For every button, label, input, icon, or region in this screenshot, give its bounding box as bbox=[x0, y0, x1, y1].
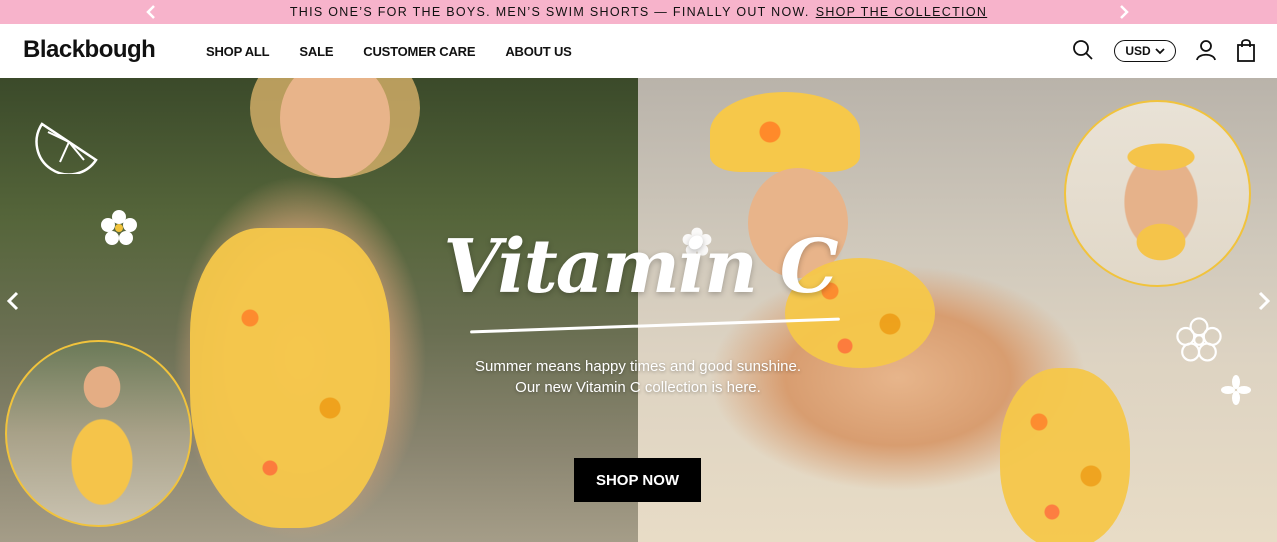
announcement-text: THIS ONE’S FOR THE BOYS. MEN’S SWIM SHOR… bbox=[289, 5, 810, 19]
hero-title: Vitamin C bbox=[443, 224, 838, 310]
user-icon[interactable] bbox=[1193, 37, 1219, 63]
orange-slice-icon bbox=[34, 114, 104, 174]
nav-sale[interactable]: SALE bbox=[299, 44, 333, 59]
site-logo[interactable]: Blackbough bbox=[23, 36, 156, 64]
hero-subtitle: Summer means happy times and good sunshi… bbox=[438, 356, 838, 398]
announcement-link[interactable]: SHOP THE COLLECTION bbox=[816, 5, 988, 19]
hero-subtitle-line-2: Our new Vitamin C collection is here. bbox=[515, 379, 761, 396]
hero-inset-image-right bbox=[1064, 100, 1251, 287]
hero-banner: Vitamin C Summer means happy times and g… bbox=[0, 78, 1277, 542]
chevron-right-icon bbox=[1120, 5, 1129, 19]
main-nav: SHOP ALL SALE CUSTOMER CARE ABOUT US bbox=[206, 24, 602, 78]
site-header: Blackbough SHOP ALL SALE CUSTOMER CARE A… bbox=[0, 24, 1277, 78]
chevron-left-icon bbox=[6, 291, 19, 311]
chevron-left-icon bbox=[146, 5, 155, 19]
hero-subtitle-line-1: Summer means happy times and good sunshi… bbox=[474, 358, 801, 375]
nav-about-us[interactable]: ABOUT US bbox=[505, 44, 571, 59]
announcement-next-button[interactable] bbox=[1114, 2, 1134, 22]
announcement-prev-button[interactable] bbox=[141, 2, 161, 22]
hero-inset-image-left bbox=[5, 340, 192, 527]
star-flower-icon bbox=[1220, 374, 1252, 406]
chevron-down-icon bbox=[1155, 48, 1165, 55]
chevron-right-icon bbox=[1258, 291, 1271, 311]
nav-customer-care[interactable]: CUSTOMER CARE bbox=[363, 44, 475, 59]
flower-icon bbox=[98, 208, 140, 248]
announcement-bar: THIS ONE’S FOR THE BOYS. MEN’S SWIM SHOR… bbox=[0, 0, 1277, 24]
currency-label: USD bbox=[1125, 44, 1151, 58]
currency-selector[interactable]: USD bbox=[1114, 40, 1176, 62]
flower-outline-icon bbox=[1174, 316, 1224, 364]
hero-prev-button[interactable] bbox=[2, 288, 24, 314]
nav-shop-all[interactable]: SHOP ALL bbox=[206, 44, 270, 59]
hero-next-button[interactable] bbox=[1253, 288, 1275, 314]
search-icon[interactable] bbox=[1070, 37, 1096, 63]
shop-now-button[interactable]: SHOP NOW bbox=[574, 458, 701, 502]
cart-icon[interactable] bbox=[1233, 37, 1259, 63]
